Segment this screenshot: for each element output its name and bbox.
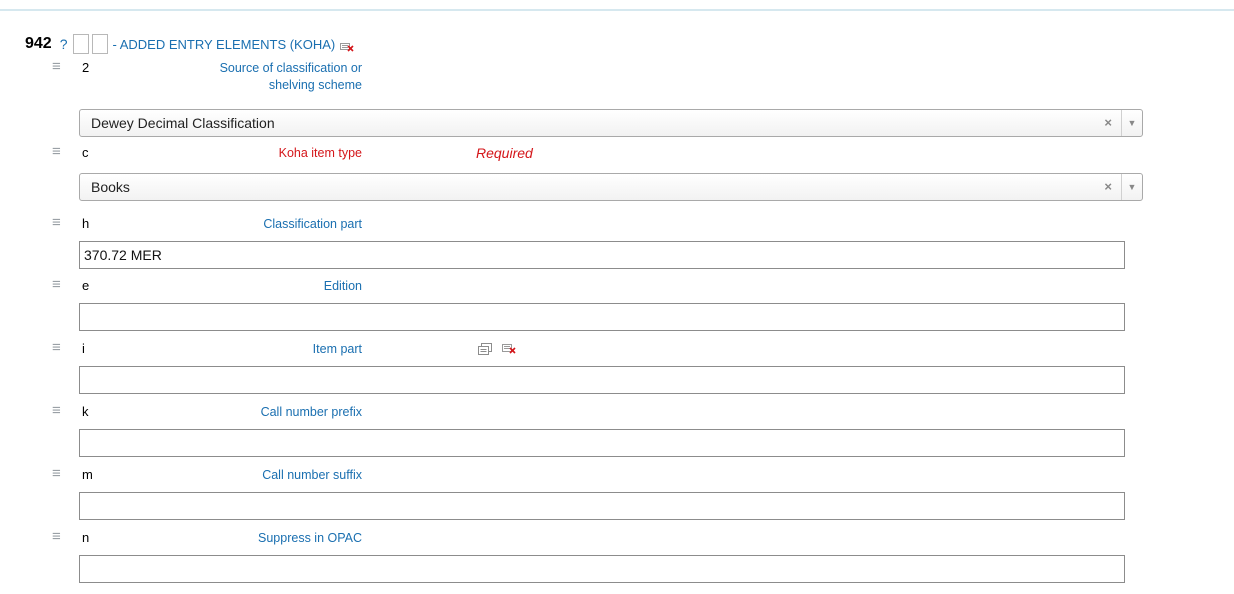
marc-editor-tag-942: 942 ? - ADDED ENTRY ELEMENTS (KOHA) ≡ 2 … [0,0,1234,594]
edition-input[interactable] [79,303,1125,331]
subfield-label: Classification part [263,217,362,231]
subfield-actions [478,342,516,358]
suppress-in-opac-input[interactable] [79,555,1125,583]
subfield-label: Koha item type [278,146,362,160]
classification-part-input[interactable] [79,241,1125,269]
subfield-code: c [82,145,89,160]
subfield-code: k [82,404,89,419]
dropdown-arrow-icon[interactable]: ▼ [1121,174,1142,200]
select-value: Books [91,179,130,195]
drag-handle-icon[interactable]: ≡ [52,277,61,293]
subfield-label-line2: shelving scheme [268,78,362,92]
subfield-code: i [82,341,85,356]
subfield-label-line1: Source of classification or [219,61,362,75]
required-note: Required [476,145,533,161]
subfield-code: n [82,530,90,545]
subfield-code: e [82,278,90,293]
tag-number: 942 [25,35,52,52]
call-number-prefix-input[interactable] [79,429,1125,457]
tag-title-link[interactable]: - ADDED ENTRY ELEMENTS (KOHA) [113,37,336,52]
subfield-label: Suppress in OPAC [258,531,362,545]
tag-header: 942 ? - ADDED ENTRY ELEMENTS (KOHA) [25,32,354,56]
drag-handle-icon[interactable]: ≡ [52,403,61,419]
indicator-2-input[interactable] [91,34,108,54]
help-link[interactable]: ? [60,36,68,52]
classification-source-select[interactable]: Dewey Decimal Classification × ▼ [79,109,1143,137]
subfield-code: h [82,216,90,231]
clear-selection-icon[interactable]: × [1104,115,1112,130]
subfield-label: Edition [323,279,362,293]
dropdown-arrow-icon[interactable]: ▼ [1121,110,1142,136]
item-type-select[interactable]: Books × ▼ [79,173,1143,201]
clear-selection-icon[interactable]: × [1104,179,1112,194]
select-value: Dewey Decimal Classification [91,115,275,131]
subfield-code: m [82,467,93,482]
drag-handle-icon[interactable]: ≡ [52,340,61,356]
subfield-label: Call number prefix [260,405,362,419]
drag-handle-icon[interactable]: ≡ [52,59,61,75]
subfield-label: Source of classification or shelving sch… [220,60,362,94]
drag-handle-icon[interactable]: ≡ [52,144,61,160]
drag-handle-icon[interactable]: ≡ [52,466,61,482]
subfield-label: Item part [312,342,362,356]
clone-subfield-icon[interactable] [478,342,492,358]
subfield-code: 2 [82,60,90,75]
indicator-1-input[interactable] [72,34,89,54]
call-number-suffix-input[interactable] [79,492,1125,520]
item-part-input[interactable] [79,366,1125,394]
top-divider [0,9,1234,11]
drag-handle-icon[interactable]: ≡ [52,529,61,545]
drag-handle-icon[interactable]: ≡ [52,215,61,231]
subfield-label: Call number suffix [262,468,362,482]
delete-tag-icon[interactable] [340,39,354,52]
delete-subfield-icon[interactable] [502,342,516,358]
